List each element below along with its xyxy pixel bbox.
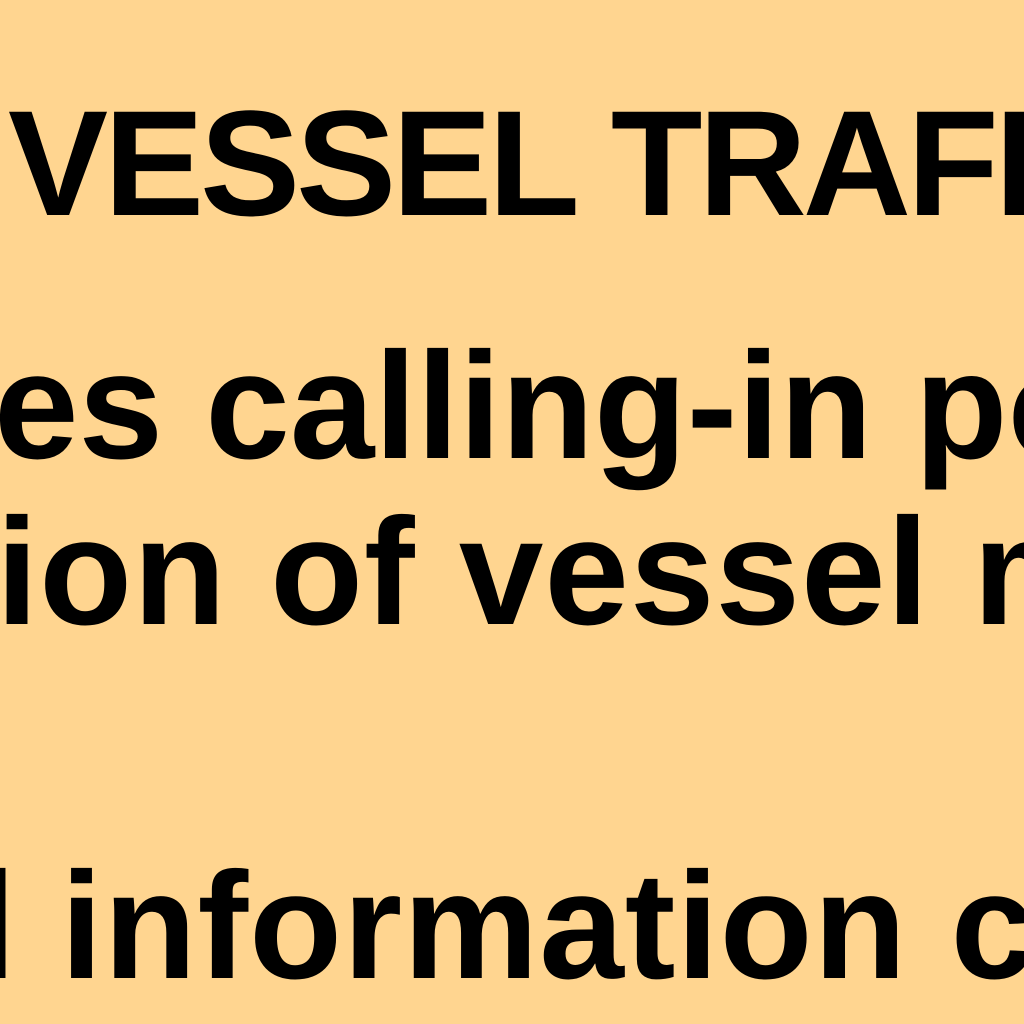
body-text-line: l information c (0, 841, 1024, 1011)
section-heading: VESSEL TRAFFI (8, 79, 1024, 247)
body-text-line: es calling-in poi (0, 321, 1024, 491)
body-text-line: ion of vessel m (0, 487, 1024, 657)
document-page: VESSEL TRAFFI es calling-in poi ion of v… (0, 0, 1024, 1024)
